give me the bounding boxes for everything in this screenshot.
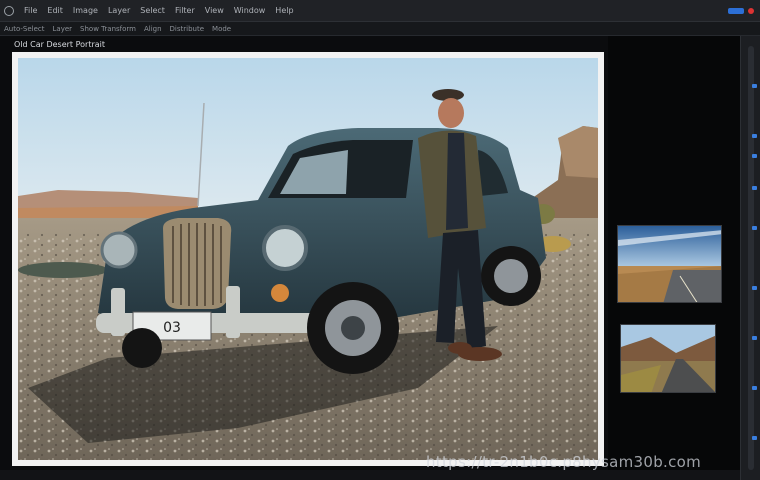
menu-file[interactable]: File bbox=[24, 6, 37, 15]
thumbnail-desert-road[interactable] bbox=[620, 324, 716, 393]
toolbar-distribute[interactable]: Distribute bbox=[170, 25, 204, 33]
close-icon[interactable] bbox=[748, 7, 754, 14]
menu-filter[interactable]: Filter bbox=[175, 6, 195, 15]
panel-marker-icon[interactable] bbox=[752, 436, 757, 440]
thumbnail-desert-highway[interactable] bbox=[617, 225, 722, 303]
panel-marker-icon[interactable] bbox=[752, 84, 757, 88]
menu-image[interactable]: Image bbox=[73, 6, 98, 15]
panel-marker-icon[interactable] bbox=[752, 226, 757, 230]
menu-view[interactable]: View bbox=[205, 6, 224, 15]
vertical-scrollbar[interactable] bbox=[740, 36, 760, 480]
panel-marker-icon[interactable] bbox=[752, 154, 757, 158]
toolbar-show-transform[interactable]: Show Transform bbox=[80, 25, 136, 33]
scrollbar-track[interactable] bbox=[748, 46, 754, 470]
window-status bbox=[728, 7, 760, 14]
toolbar-layer[interactable]: Layer bbox=[53, 25, 73, 33]
photo-illustration: 03 bbox=[18, 58, 598, 460]
app-icon[interactable] bbox=[4, 5, 14, 16]
license-plate-text: 03 bbox=[163, 320, 181, 336]
menu-window[interactable]: Window bbox=[234, 6, 266, 15]
menu-edit[interactable]: Edit bbox=[47, 6, 63, 15]
panel-marker-icon[interactable] bbox=[752, 186, 757, 190]
panel-marker-icon[interactable] bbox=[752, 134, 757, 138]
watermark-text: https://tr-2n1b0c.p8hysam30b.com bbox=[426, 453, 702, 471]
menu-help[interactable]: Help bbox=[275, 6, 293, 15]
menu-layer[interactable]: Layer bbox=[108, 6, 130, 15]
panel-marker-icon[interactable] bbox=[752, 286, 757, 290]
menu-select[interactable]: Select bbox=[140, 6, 165, 15]
panel-marker-icon[interactable] bbox=[752, 386, 757, 390]
options-toolbar: Auto-Select Layer Show Transform Align D… bbox=[0, 22, 760, 36]
menu-bar: File Edit Image Layer Select Filter View… bbox=[0, 0, 760, 22]
toolbar-align[interactable]: Align bbox=[144, 25, 162, 33]
panel-marker-icon[interactable] bbox=[752, 336, 757, 340]
thumbnail-image bbox=[621, 325, 715, 392]
status-bar bbox=[0, 470, 740, 480]
toolbar-mode[interactable]: Mode bbox=[212, 25, 231, 33]
main-photo[interactable]: 03 bbox=[18, 58, 598, 460]
status-indicator-icon bbox=[728, 7, 744, 14]
document-title: Old Car Desert Portrait bbox=[14, 39, 106, 49]
toolbar-auto-select[interactable]: Auto-Select bbox=[4, 25, 45, 33]
thumbnail-image bbox=[618, 226, 721, 302]
